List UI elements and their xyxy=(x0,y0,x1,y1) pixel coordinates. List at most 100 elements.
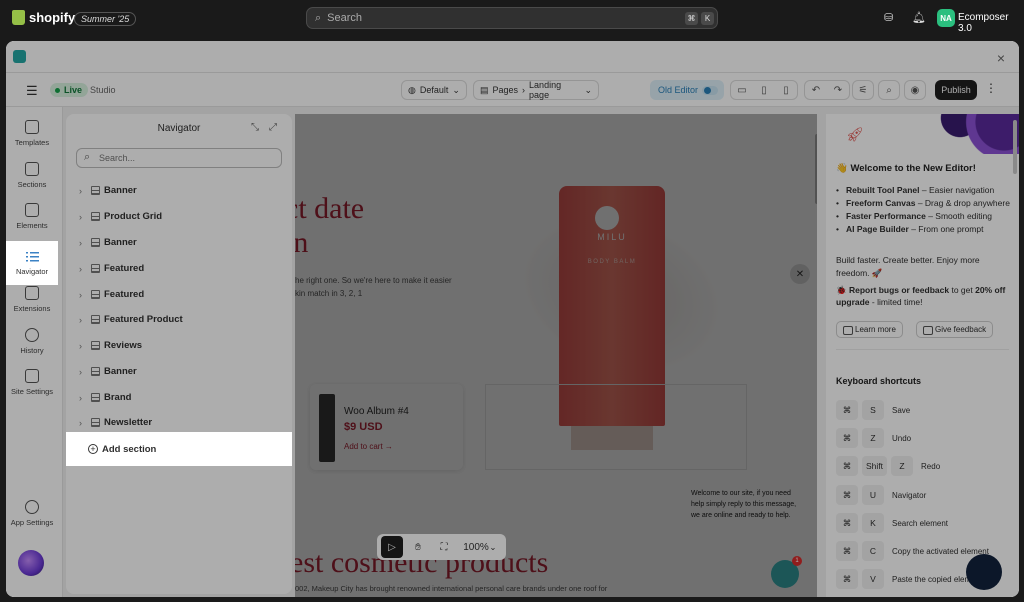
history-controls: ↶ ↷ xyxy=(804,80,850,100)
editor-toolbar: ☰ Live Studio ◍ Default ⌄ ▤ Pages › Land… xyxy=(6,73,1019,107)
rail-item-label: App Settings xyxy=(10,517,54,527)
chat-unread-badge: 1 xyxy=(792,556,802,566)
shortcut-desc: Save xyxy=(892,405,911,415)
rail-item-app-settings[interactable]: App Settings xyxy=(6,493,58,533)
expand-all-icon[interactable]: ⤢ xyxy=(269,122,277,133)
rail-item-templates[interactable]: Templates xyxy=(6,113,58,153)
zoom-select[interactable]: 100% ⌄ xyxy=(459,536,502,558)
chevron-right-icon[interactable]: › xyxy=(79,290,82,300)
navigator-search-input[interactable]: Search... xyxy=(76,148,282,168)
report-text: to get xyxy=(949,285,976,295)
hand-icon[interactable]: ✋︎ xyxy=(407,536,429,558)
shortcut-row: ⌘ S Save xyxy=(836,399,910,421)
navigator-row[interactable]: › Banner xyxy=(66,359,292,385)
collapse-all-icon[interactable]: ⤡ xyxy=(251,122,259,133)
rail-item-label: Sections xyxy=(17,179,47,189)
rail-item-history[interactable]: History xyxy=(6,321,58,361)
chevron-right-icon[interactable]: › xyxy=(79,315,82,325)
list-item: Freeform Canvas – Drag & drop anywhere xyxy=(836,197,1011,210)
navigator-row[interactable]: › Featured Product xyxy=(66,307,292,333)
toggle-switch[interactable] xyxy=(702,86,718,95)
welcome-illustration xyxy=(916,114,1019,154)
chevron-right-icon[interactable]: › xyxy=(79,238,82,248)
rail-item-sections[interactable]: Sections xyxy=(6,155,58,195)
empty-block-placeholder[interactable] xyxy=(485,384,747,470)
hero-description-line: kin match in 3, 2, 1 xyxy=(295,289,363,298)
rail-item-extensions[interactable]: Extensions xyxy=(6,279,58,319)
support-chat-icon[interactable] xyxy=(966,554,1002,590)
close-icon[interactable]: ✕ xyxy=(790,264,810,284)
section-description[interactable]: 002, Makeup City has brought renowned in… xyxy=(295,584,607,593)
shortcuts-title: Keyboard shortcuts xyxy=(836,376,922,386)
navigator-row[interactable]: › Featured xyxy=(66,282,292,308)
more-options-icon[interactable]: ⋮ xyxy=(985,81,997,95)
navigator-row[interactable]: › Banner xyxy=(66,178,292,204)
desktop-icon[interactable]: ▭ xyxy=(731,81,753,99)
notifications-bell-icon[interactable]: 🔔︎ xyxy=(912,11,926,25)
settings-sliders-icon[interactable]: ⚟ xyxy=(852,80,874,100)
navigator-row[interactable]: › Featured xyxy=(66,256,292,282)
give-feedback-button[interactable]: Give feedback xyxy=(916,321,994,338)
chevron-right-icon[interactable]: › xyxy=(79,367,82,377)
pointer-icon[interactable]: ▷ xyxy=(381,536,403,558)
tablet-icon[interactable]: ▯ xyxy=(753,81,775,99)
inspect-icon[interactable]: ⌕ xyxy=(878,80,900,100)
section-icon xyxy=(91,238,100,248)
navigator-row[interactable]: › Product Grid xyxy=(66,204,292,230)
page-canvas[interactable]: ct date in he right one. So we're here t… xyxy=(295,114,817,597)
highlighted-navigator-rail-item[interactable]: Navigator xyxy=(6,241,58,285)
canvas-scrollbar[interactable] xyxy=(815,134,817,204)
add-section-button[interactable]: + Add section xyxy=(66,432,292,466)
zoom-value: 100% xyxy=(463,541,489,553)
shortcut-desc: Copy the activated element xyxy=(892,546,989,556)
fit-screen-icon[interactable]: ⛶ xyxy=(433,536,455,558)
learn-more-button[interactable]: Learn more xyxy=(836,321,903,338)
hero-description-line: he right one. So we're here to make it e… xyxy=(295,276,452,285)
menu-icon[interactable]: ☰ xyxy=(26,83,38,99)
studio-link[interactable]: Studio xyxy=(90,85,116,95)
pages-label: Pages xyxy=(492,85,519,95)
chevron-right-icon[interactable]: › xyxy=(79,418,82,428)
old-editor-toggle[interactable]: Old Editor xyxy=(650,80,724,100)
undo-icon[interactable]: ↶ xyxy=(805,81,827,99)
command-key-icon: ⌘ xyxy=(836,569,858,589)
globe-icon: ◍ xyxy=(408,84,416,95)
add-to-cart-link[interactable]: Add to cart → xyxy=(344,442,393,451)
store-icon[interactable]: ⛁ xyxy=(884,11,898,25)
shortcut-row: ⌘ Z Undo xyxy=(836,427,911,449)
live-status-badge: Live xyxy=(50,83,89,97)
feature-name: Rebuilt Tool Panel xyxy=(846,185,920,195)
rail-item-site-settings[interactable]: Site Settings xyxy=(6,362,58,402)
shortcut-row: ⌘ V Paste the copied element xyxy=(836,568,982,590)
publish-button[interactable]: Publish xyxy=(935,80,977,100)
rail-item-elements[interactable]: Elements xyxy=(6,196,58,236)
mobile-icon[interactable]: ▯ xyxy=(775,81,797,99)
store-name[interactable]: Ecomposer 3.0 xyxy=(958,12,1024,34)
hero-description[interactable]: he right one. So we're here to make it e… xyxy=(295,274,485,300)
assistant-orb-avatar[interactable] xyxy=(18,550,44,576)
product-title[interactable]: Woo Album #4 xyxy=(344,406,409,417)
redo-icon[interactable]: ↷ xyxy=(827,81,849,99)
chevron-right-icon[interactable]: › xyxy=(79,212,82,222)
navigator-row[interactable]: › Banner xyxy=(66,230,292,256)
shopify-logo[interactable]: shopify xyxy=(12,10,75,25)
chevron-right-icon[interactable]: › xyxy=(79,341,82,351)
hero-heading[interactable]: ct date in xyxy=(295,192,364,260)
navigator-row[interactable]: › Reviews xyxy=(66,333,292,359)
panel-scrollbar[interactable] xyxy=(1013,120,1017,174)
report-text: - limited time! xyxy=(869,297,923,307)
command-key-icon: ⌘ xyxy=(685,12,698,25)
admin-search-bar[interactable]: ⌕ Search ⌘ K xyxy=(306,7,718,29)
layout-select[interactable]: ◍ Default ⌄ xyxy=(401,80,467,100)
section-icon xyxy=(91,315,100,325)
product-card[interactable]: Woo Album #4 $9 USD Add to cart → xyxy=(310,384,463,470)
chevron-right-icon[interactable]: › xyxy=(79,393,82,403)
chevron-right-icon[interactable]: › xyxy=(79,186,82,196)
preview-eye-icon[interactable]: ◉ xyxy=(904,80,926,100)
product-price: $9 USD xyxy=(344,421,383,433)
user-avatar[interactable]: NA xyxy=(937,9,955,27)
chevron-right-icon[interactable]: › xyxy=(79,264,82,274)
page-select[interactable]: ▤ Pages › Landing page ⌄ xyxy=(473,80,599,100)
navigator-row[interactable]: › Brand xyxy=(66,385,292,411)
close-icon[interactable]: × xyxy=(997,50,1005,66)
